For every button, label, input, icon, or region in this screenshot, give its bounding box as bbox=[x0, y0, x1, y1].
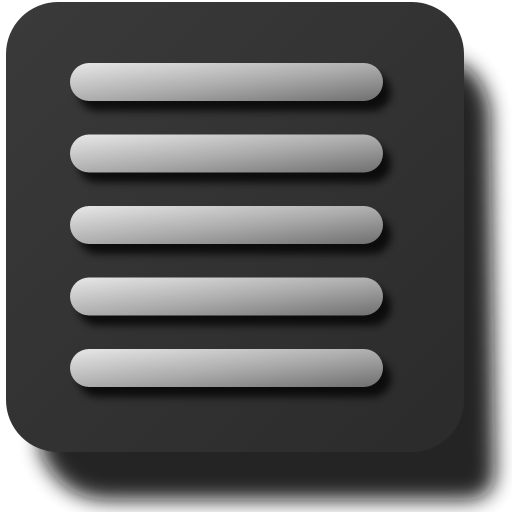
menu-line bbox=[70, 206, 383, 244]
menu-line bbox=[70, 134, 383, 173]
menu-line bbox=[70, 277, 383, 316]
app-icon bbox=[0, 0, 512, 512]
menu-line bbox=[70, 63, 383, 101]
menu-list-icon bbox=[6, 2, 495, 500]
menu-line bbox=[70, 349, 383, 387]
